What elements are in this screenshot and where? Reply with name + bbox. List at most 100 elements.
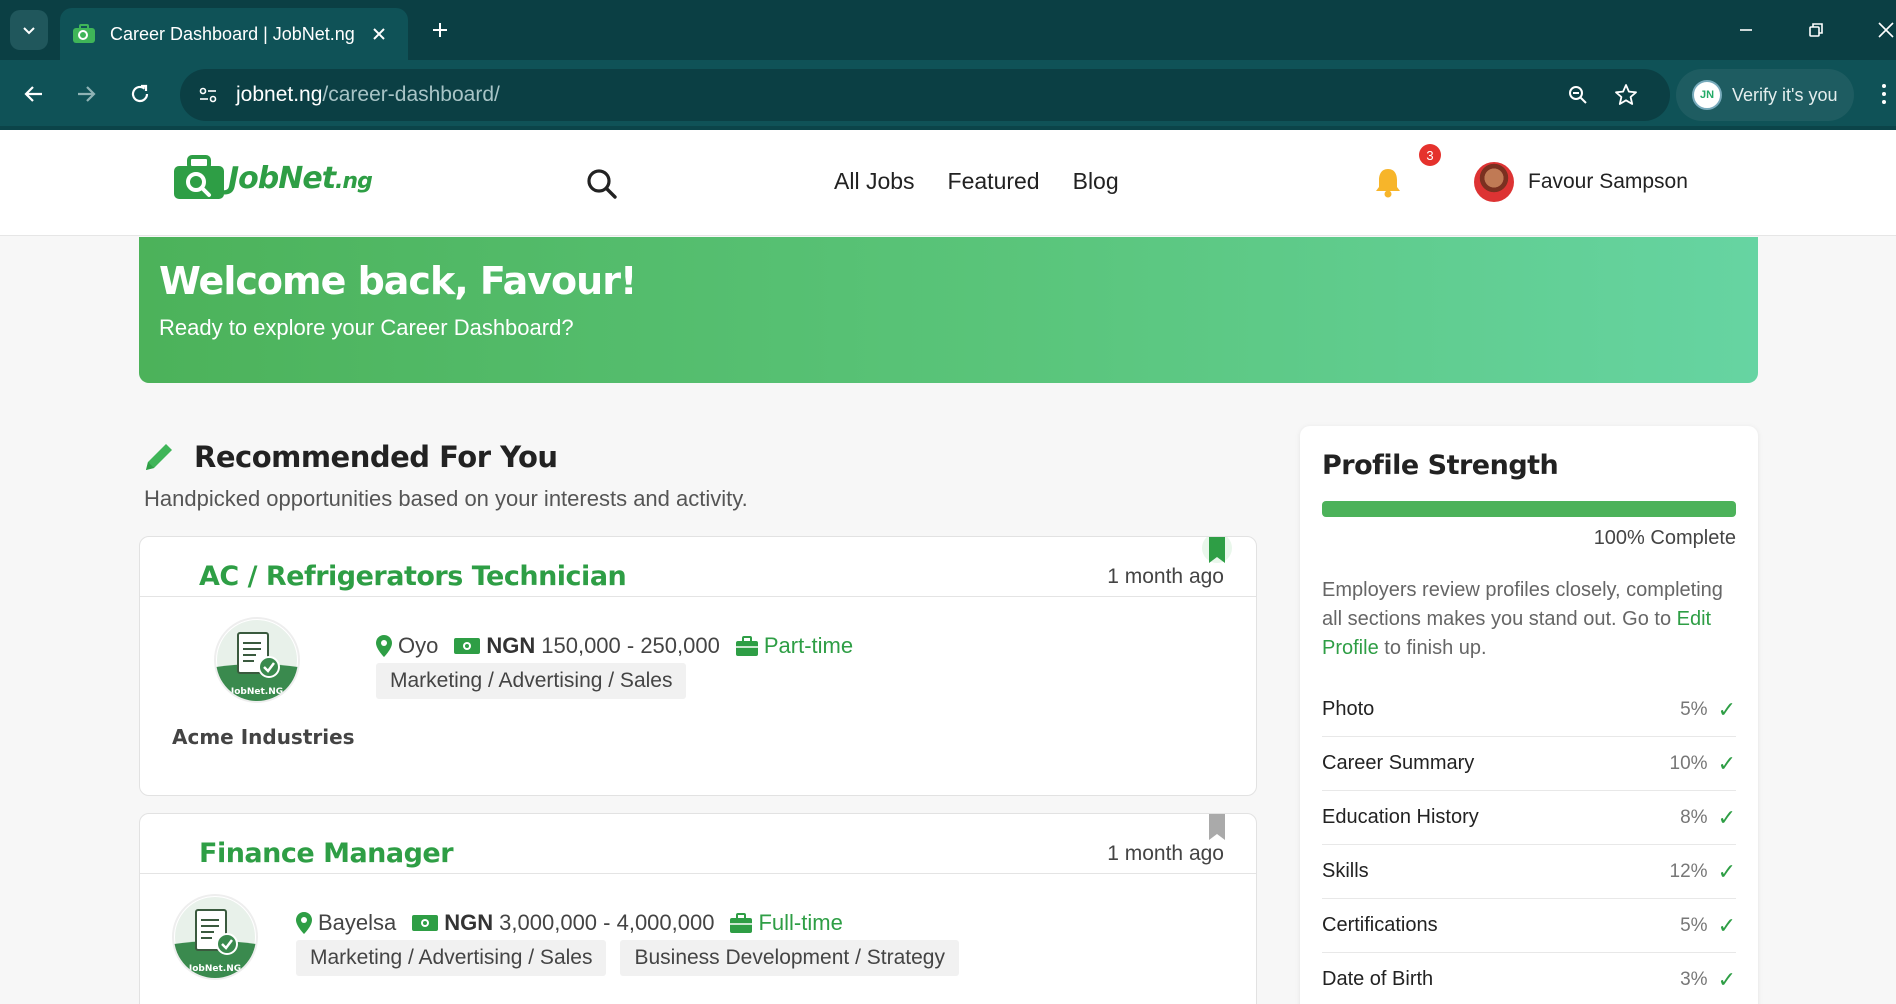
profile-strength-card: Profile Strength 100% Complete Employers… [1300, 426, 1758, 1004]
job-type: Part-time [735, 633, 854, 659]
forward-button[interactable] [68, 76, 104, 112]
tab-search-button[interactable] [10, 10, 48, 50]
minimize-icon [1740, 29, 1752, 31]
job-card-header: Finance Manager 1 month ago [140, 814, 1256, 874]
svg-text:JobNet.NG: JobNet.NG [230, 687, 283, 697]
arrow-right-icon [78, 86, 96, 102]
checklist-label: Education History [1322, 806, 1479, 828]
checklist-item-education-history: Education History 8% ✓ [1322, 791, 1736, 845]
avatar [1474, 162, 1514, 202]
profile-progress-label: 100% Complete [1593, 527, 1736, 549]
user-menu[interactable]: Favour Sampson [1474, 162, 1688, 202]
job-salary-text: 150,000 - 250,000 [541, 633, 720, 658]
checklist-label: Skills [1322, 860, 1369, 882]
checklist-item-skills: Skills 12% ✓ [1322, 845, 1736, 899]
tune-icon [199, 87, 217, 103]
checklist-item-photo: Photo 5% ✓ [1322, 683, 1736, 737]
checklist-label: Photo [1322, 698, 1375, 720]
nav-blog[interactable]: Blog [1073, 168, 1119, 195]
job-type-text: Part-time [763, 633, 854, 658]
restore-button[interactable] [1800, 14, 1832, 46]
zoom-button[interactable] [1564, 81, 1592, 109]
recommended-heading: Recommended For You [142, 440, 558, 474]
chevron-down-icon [23, 27, 35, 35]
jobnet-favicon-icon [73, 24, 95, 43]
profile-desc-text: Employers review profiles closely, compl… [1322, 579, 1723, 630]
profile-desc-text-end: to finish up. [1378, 637, 1487, 659]
new-tab-button[interactable] [424, 14, 456, 46]
job-tag[interactable]: Marketing / Advertising / Sales [376, 663, 687, 699]
tab-close-button[interactable] [364, 19, 394, 49]
bell-icon[interactable] [1370, 164, 1406, 200]
company-logo: JobNet.NG [174, 896, 256, 978]
profile-strength-title: Profile Strength [1322, 450, 1559, 481]
checklist-percent: 5% [1680, 914, 1708, 936]
welcome-banner: Welcome back, Favour! Ready to explore y… [139, 237, 1758, 383]
job-currency: NGN [486, 633, 536, 658]
job-title[interactable]: Finance Manager [199, 838, 454, 869]
checklist-label: Certifications [1322, 914, 1438, 936]
profile-progress-bar [1322, 501, 1736, 517]
pencil-icon [146, 444, 172, 470]
restore-icon [1809, 23, 1823, 37]
close-window-button[interactable] [1870, 14, 1896, 46]
reload-button[interactable] [122, 76, 158, 112]
site-header: JobNet.ng All Jobs Featured Blog 3 Favou… [0, 130, 1896, 236]
job-location: Oyo [376, 633, 438, 659]
verify-label: Verify it's you [1732, 84, 1838, 105]
url-text: jobnet.ng/career-dashboard/ [236, 83, 500, 107]
job-card[interactable]: Finance Manager 1 month ago JobNet.NG Ba… [139, 813, 1257, 1004]
money-icon [454, 638, 481, 654]
checklist-item-career-summary: Career Summary 10% ✓ [1322, 737, 1736, 791]
main-nav: All Jobs Featured Blog [834, 168, 1119, 195]
job-posted-time: 1 month ago [1107, 565, 1224, 588]
minimize-button[interactable] [1730, 14, 1762, 46]
job-currency: NGN [444, 910, 494, 935]
check-icon: ✓ [1717, 858, 1736, 884]
profile-checklist: Photo 5% ✓ Career Summary 10% ✓ Educatio… [1322, 683, 1736, 1004]
profile-avatar-icon: JN [1692, 80, 1722, 110]
verify-identity-button[interactable]: JN Verify it's you [1676, 69, 1854, 121]
bookmark-filled-icon[interactable] [1202, 537, 1232, 567]
search-icon[interactable] [584, 166, 620, 202]
tab-title: Career Dashboard | JobNet.ng [110, 23, 355, 44]
site-logo[interactable]: JobNet.ng [172, 154, 373, 202]
job-location-text: Oyo [398, 633, 439, 658]
job-tags: Marketing / Advertising / Sales Business… [296, 940, 959, 976]
checklist-item-date-of-birth: Date of Birth 3% ✓ [1322, 953, 1736, 1004]
bookmark-star-button[interactable] [1612, 81, 1640, 109]
recommended-subtitle: Handpicked opportunities based on your i… [144, 486, 748, 511]
checklist-percent: 3% [1680, 968, 1708, 990]
browser-menu-button[interactable] [1874, 76, 1894, 112]
briefcase-icon [735, 636, 758, 656]
job-location-text: Bayelsa [318, 910, 397, 935]
welcome-title: Welcome back, Favour! [159, 259, 637, 303]
checklist-percent: 8% [1680, 806, 1708, 828]
checklist-label: Date of Birth [1322, 968, 1434, 990]
url-path: /career-dashboard/ [322, 83, 500, 106]
nav-featured[interactable]: Featured [948, 168, 1040, 195]
check-icon: ✓ [1717, 912, 1736, 938]
zoom-icon [1569, 86, 1587, 104]
job-tag[interactable]: Business Development / Strategy [620, 940, 959, 976]
plus-icon [433, 23, 447, 37]
logo-name: JobNet [228, 160, 336, 196]
job-card[interactable]: AC / Refrigerators Technician 1 month ag… [139, 536, 1257, 796]
job-title[interactable]: AC / Refrigerators Technician [199, 561, 627, 592]
active-tab[interactable]: Career Dashboard | JobNet.ng [60, 8, 408, 60]
bookmark-icon[interactable] [1202, 814, 1232, 844]
address-bar[interactable]: jobnet.ng/career-dashboard/ [180, 69, 1670, 121]
job-location: Bayelsa [296, 910, 396, 936]
nav-all-jobs[interactable]: All Jobs [834, 168, 915, 195]
check-icon: ✓ [1717, 966, 1736, 992]
checklist-item-certifications: Certifications 5% ✓ [1322, 899, 1736, 953]
browser-toolbar: jobnet.ng/career-dashboard/ JN Verify it… [0, 60, 1896, 130]
job-tag[interactable]: Marketing / Advertising / Sales [296, 940, 607, 976]
back-button[interactable] [16, 76, 52, 112]
site-info-button[interactable] [194, 81, 222, 109]
checklist-percent: 10% [1669, 752, 1708, 774]
arrow-left-icon [24, 86, 42, 102]
recommended-title: Recommended For You [194, 440, 558, 474]
profile-description: Employers review profiles closely, compl… [1322, 576, 1736, 663]
close-icon [1878, 22, 1894, 38]
